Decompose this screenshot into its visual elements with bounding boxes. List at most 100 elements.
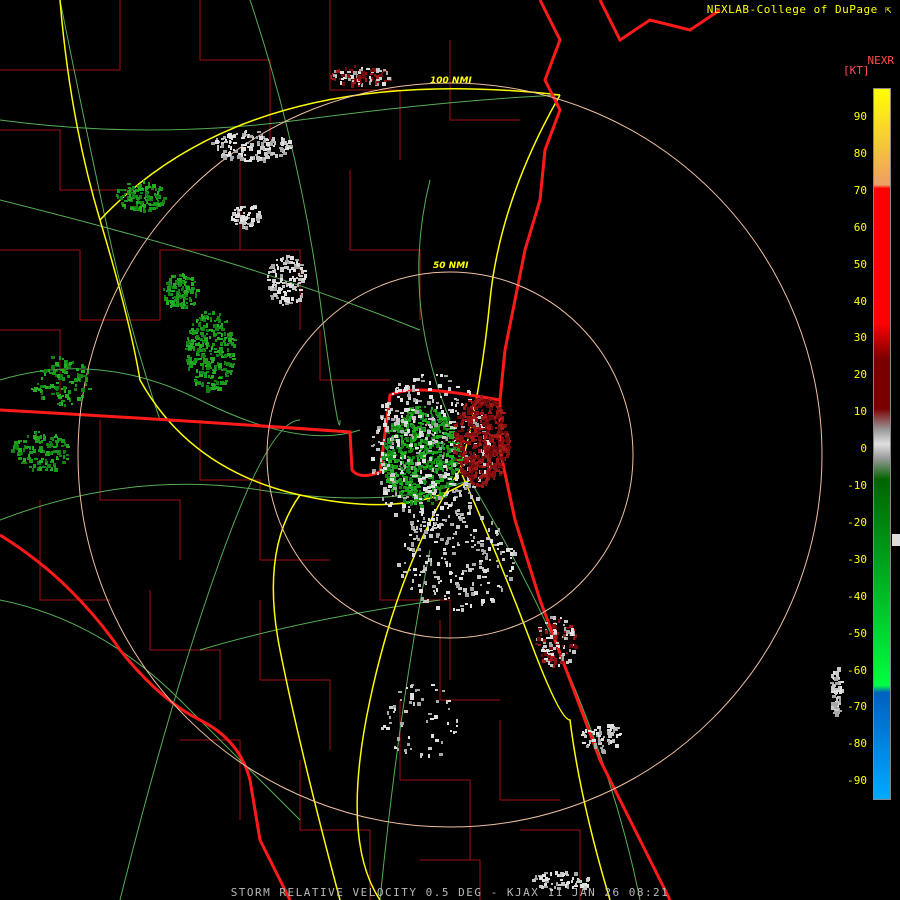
echo-pixel [283,262,287,265]
echo-pixel [198,323,201,327]
echo-pixel [474,406,478,410]
echo-pixel [559,657,561,659]
echo-pixel [486,404,490,408]
echo-pixel [62,461,66,464]
echo-pixel [452,491,456,493]
echo-pixel [436,700,439,703]
echo-pixel [221,142,224,144]
echo-pixel [332,78,336,80]
echo-pixel [186,345,190,347]
legend-tick: 30 [853,331,867,345]
echo-pixel [83,375,87,377]
echo-pixel [598,739,601,743]
echo-pixel [461,426,465,428]
echo-pixel [563,624,565,626]
echo-pixel [191,339,194,342]
echo-pixel [29,451,33,454]
echo-pixel [473,529,477,532]
echo-pixel [446,437,448,441]
echo-pixel [449,483,452,485]
echo-pixel [401,470,403,473]
echo-pixel [300,267,303,270]
echo-pixel [219,354,222,356]
echo-pixel [482,422,485,426]
echo-pixel [383,487,387,491]
echo-pixel [415,475,418,477]
echo-pixel [454,731,457,733]
echo-pixel [268,271,272,273]
echo-pixel [447,507,449,509]
echo-pixel [273,281,275,283]
echo-pixel [412,436,414,439]
echo-pixel [247,223,250,225]
echo-pixel [195,376,199,378]
echo-pixel [167,286,171,290]
echo-pixel [395,487,397,490]
echo-pixel [425,561,428,564]
echo-pixel [212,357,215,361]
echo-pixel [468,467,471,471]
echo-pixel [58,378,62,380]
echo-pixel [482,576,485,578]
echo-pixel [479,566,482,569]
echo-pixel [195,292,197,296]
echo-pixel [388,441,391,444]
echo-pixel [435,483,437,486]
secondary-roads [0,0,641,900]
echo-pixel [380,481,383,485]
echo-pixel [212,343,215,346]
echo-pixel [52,439,54,441]
echo-pixel [560,661,564,664]
echo-pixel [513,552,517,556]
echo-pixel [458,593,461,595]
echo-pixel [415,689,417,692]
echo-pixel [491,521,493,525]
echo-pixel [502,437,504,441]
echo-pixel [440,396,442,398]
echo-pixel [175,280,178,283]
echo-pixel [428,424,431,426]
echo-pixel [207,367,209,369]
echo-pixel [221,138,224,140]
echo-pixel [230,156,234,159]
echo-pixel [439,523,441,525]
echo-pixel [289,269,291,273]
echo-pixel [484,437,486,441]
echo-pixel [488,547,491,551]
echo-pixel [437,576,440,580]
echo-pixel [229,356,232,358]
echo-pixel [216,354,219,357]
echo-pixel [392,484,396,487]
echo-pixel [295,259,299,261]
echo-pixel [442,469,444,472]
echo-pixel [32,468,34,472]
echo-pixel [361,67,363,69]
echo-pixel [34,387,38,390]
echo-pixel [351,84,354,88]
echo-pixel [77,397,81,401]
echo-pixel [425,424,427,426]
echo-pixel [443,465,447,468]
echo-pixel [497,427,500,429]
echo-pixel [385,409,387,411]
echo-pixel [446,700,448,704]
echo-pixel [448,504,452,507]
echo-pixel [433,527,437,529]
echo-pixel [399,465,401,467]
echo-pixel [463,470,466,474]
echo-pixel [425,437,428,440]
echo-pixel [412,553,415,557]
echo-pixel [387,711,389,715]
echo-pixel [490,476,493,478]
echo-pixel [232,358,236,360]
echo-pixel [601,749,605,753]
echo-pixel [186,286,190,290]
echo-pixel [200,332,204,335]
echo-pixel [486,447,489,451]
echo-pixel [423,466,426,468]
echo-pixel [505,575,508,577]
echo-pixel [335,75,337,78]
echo-pixel [466,564,469,568]
echo-pixel [228,133,232,135]
echo-pixel [404,424,407,427]
